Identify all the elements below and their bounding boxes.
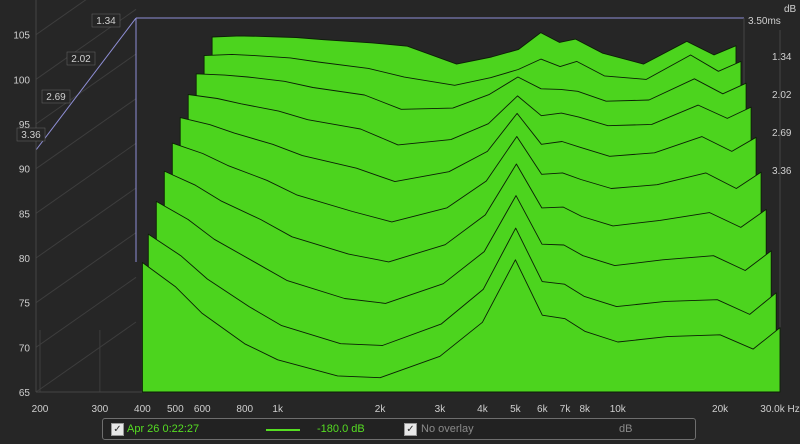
line-value: -180.0 dB — [317, 423, 365, 435]
y-tick-label: 80 — [19, 254, 31, 265]
y-unit-label: dB — [784, 4, 797, 15]
y-tick-label: 65 — [19, 388, 31, 399]
overlay-checkbox[interactable]: ✓ — [404, 423, 417, 436]
y-tick-label: 70 — [19, 343, 31, 354]
overlay-label: No overlay — [421, 423, 474, 435]
x-tick-label: 400 — [134, 404, 151, 415]
grid-line-y — [35, 142, 137, 214]
y-tick-label: 75 — [19, 299, 31, 310]
x-tick-label: 200 — [32, 404, 49, 415]
time-tick-label-right: 3.36 — [772, 166, 792, 177]
x-tick-label: 2k — [375, 404, 387, 415]
time-tick-label-right: 2.02 — [772, 90, 792, 101]
x-tick-label: 10k — [610, 404, 627, 415]
time-axis — [35, 17, 137, 151]
grid-line-y — [35, 232, 137, 304]
x-tick-label: 7k — [560, 404, 572, 415]
measurement-name: Apr 26 0:22:27 — [127, 423, 200, 435]
grid-line-y — [35, 276, 137, 348]
y-tick-label: 85 — [19, 209, 31, 220]
x-tick-label: 600 — [194, 404, 211, 415]
time-tick-label: 2.02 — [71, 54, 91, 65]
grid-line-y — [35, 187, 137, 259]
waterfall-surface — [141, 32, 781, 393]
x-tick-label: 1k — [272, 404, 284, 415]
grid-line-y — [35, 321, 137, 393]
x-tick-label: 500 — [167, 404, 184, 415]
time-tick-label-right: 2.69 — [772, 128, 792, 139]
time-tick-label: 3.36 — [21, 130, 41, 141]
time-tick-label-right: 1.34 — [772, 52, 792, 63]
legend-bar: ✓ Apr 26 0:22:27 -180.0 dB ✓ No overlay … — [102, 418, 696, 440]
grid-line-y — [35, 8, 137, 80]
x-tick-label: 800 — [236, 404, 253, 415]
y-tick-label: 100 — [13, 75, 30, 86]
x-tick-label: 4k — [477, 404, 489, 415]
unit-label: dB — [619, 423, 633, 435]
y-tick-label: 90 — [19, 165, 31, 176]
time-end-label: 3.50ms — [748, 16, 781, 27]
time-tick-label: 1.34 — [96, 16, 116, 27]
x-tick-label: 300 — [92, 404, 109, 415]
x-tick-label: 30.0k Hz — [760, 404, 799, 415]
x-tick-label: 5k — [510, 404, 522, 415]
measurement-checkbox[interactable]: ✓ — [111, 423, 124, 436]
x-tick-label: 20k — [712, 404, 729, 415]
x-tick-label: 6k — [537, 404, 549, 415]
waterfall-plot: 65707580859095100105110dB200300400500600… — [13, 0, 800, 415]
x-tick-label: 3k — [435, 404, 447, 415]
time-tick-label: 2.69 — [46, 92, 66, 103]
grid-line-y — [35, 0, 87, 36]
grid-line-y — [35, 98, 137, 170]
x-tick-label: 8k — [580, 404, 592, 415]
series-swatch — [266, 429, 300, 431]
y-tick-label: 105 — [13, 31, 30, 42]
